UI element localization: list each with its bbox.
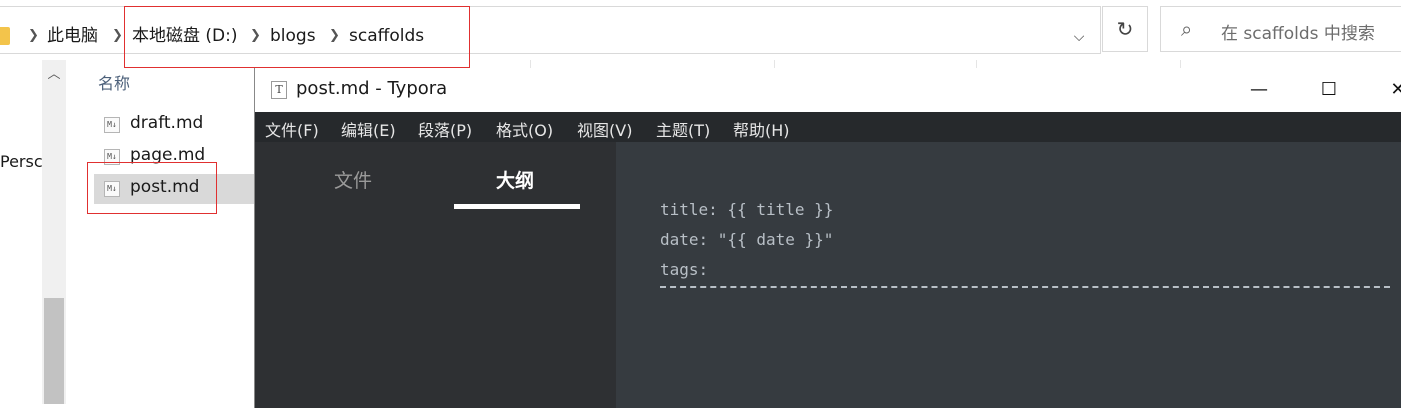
sidebar: 文件 大纲 bbox=[255, 142, 616, 408]
chevron-down-icon[interactable]: ⌵ bbox=[1067, 23, 1091, 51]
column-header-name[interactable]: 名称 bbox=[98, 70, 130, 94]
tab-files[interactable]: 文件 bbox=[334, 166, 372, 193]
typora-window: T post.md - Typora — ☐ ✕ 文件(F) 编辑(E) 段落(… bbox=[254, 68, 1401, 408]
minimize-icon[interactable]: — bbox=[1236, 68, 1282, 112]
search-placeholder: 在 scaffolds 中搜索 bbox=[1221, 24, 1375, 44]
chevron-right-icon[interactable]: ❯ bbox=[28, 25, 39, 47]
front-matter-line[interactable]: date: "{{ date }}" bbox=[660, 230, 833, 249]
scrollbar-thumb[interactable] bbox=[44, 298, 64, 404]
front-matter-separator bbox=[660, 286, 1390, 288]
search-icon: ⌕ bbox=[1181, 17, 1193, 41]
nav-scrollbar[interactable]: ︿ bbox=[42, 60, 66, 404]
nav-item-personal[interactable]: Persc bbox=[0, 152, 43, 171]
menu-help[interactable]: 帮助(H) bbox=[733, 117, 790, 141]
search-input[interactable]: ⌕ 在 scaffolds 中搜索 bbox=[1160, 6, 1401, 52]
front-matter-line[interactable]: tags: bbox=[660, 260, 708, 279]
tab-outline[interactable]: 大纲 bbox=[496, 166, 534, 193]
menu-file[interactable]: 文件(F) bbox=[265, 117, 319, 141]
window-title: post.md - Typora bbox=[296, 78, 448, 99]
typora-app-icon: T bbox=[271, 81, 287, 99]
chevron-right-icon[interactable]: ❯ bbox=[112, 25, 123, 47]
file-name: draft.md bbox=[130, 113, 204, 133]
menu-paragraph[interactable]: 段落(P) bbox=[418, 117, 472, 141]
menu-edit[interactable]: 编辑(E) bbox=[341, 117, 396, 141]
chevron-up-icon[interactable]: ︿ bbox=[42, 64, 66, 86]
front-matter-line[interactable]: title: {{ title }} bbox=[660, 200, 833, 219]
active-tab-indicator bbox=[454, 204, 580, 209]
file-row-draft[interactable]: M↓ draft.md bbox=[94, 110, 254, 140]
menu-view[interactable]: 视图(V) bbox=[577, 117, 632, 141]
highlight-box-breadcrumb bbox=[124, 6, 470, 68]
breadcrumb-this-pc[interactable]: 此电脑 bbox=[47, 25, 98, 47]
highlight-box-file bbox=[87, 162, 217, 214]
refresh-icon[interactable]: ↻ bbox=[1102, 6, 1148, 52]
menu-format[interactable]: 格式(O) bbox=[496, 117, 553, 141]
maximize-icon[interactable]: ☐ bbox=[1306, 68, 1352, 112]
menu-theme[interactable]: 主题(T) bbox=[656, 117, 710, 141]
title-bar[interactable]: T post.md - Typora — ☐ ✕ bbox=[255, 68, 1401, 112]
close-icon[interactable]: ✕ bbox=[1375, 68, 1401, 112]
markdown-file-icon: M↓ bbox=[104, 117, 120, 133]
menu-bar: 文件(F) 编辑(E) 段落(P) 格式(O) 视图(V) 主题(T) 帮助(H… bbox=[255, 112, 1401, 142]
folder-icon bbox=[0, 27, 10, 45]
editor-area[interactable]: title: {{ title }} date: "{{ date }}" ta… bbox=[616, 142, 1401, 408]
explorer-address-row: ❯ 此电脑 ❯ 本地磁盘 (D:) ❯ blogs ❯ scaffolds ⌵ … bbox=[0, 0, 1401, 68]
